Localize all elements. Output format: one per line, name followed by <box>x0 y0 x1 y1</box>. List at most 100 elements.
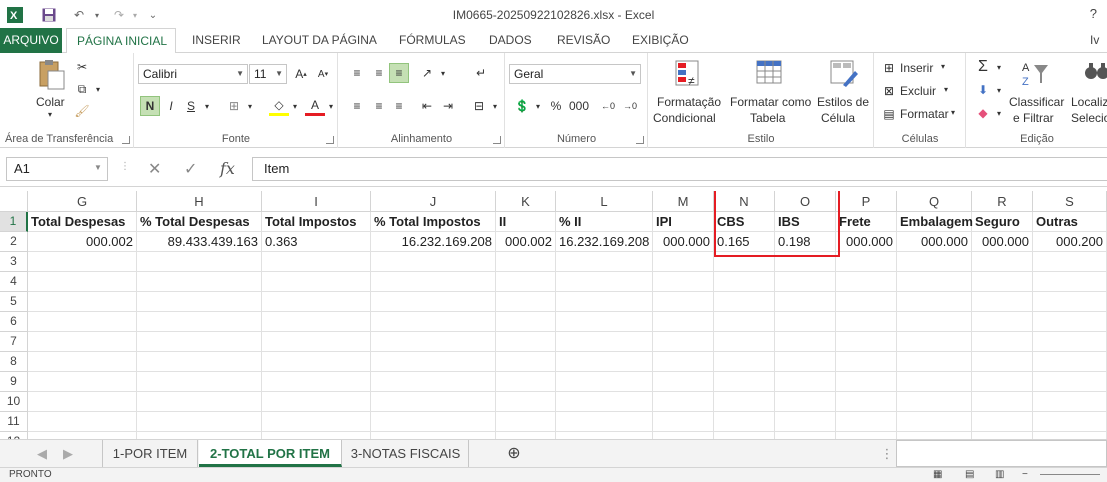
cell-m8[interactable] <box>653 352 714 372</box>
cell-q1[interactable]: Embalagem <box>897 212 973 232</box>
bold-button[interactable]: N <box>140 96 160 116</box>
column-header-p[interactable]: P <box>836 191 897 212</box>
cell-s11[interactable] <box>1033 412 1107 432</box>
cell-r12[interactable] <box>972 432 1033 439</box>
cell-k11[interactable] <box>496 412 556 432</box>
align-right-icon[interactable]: ≡ <box>389 96 409 116</box>
cell-k8[interactable] <box>496 352 556 372</box>
cell-n6[interactable] <box>714 312 775 332</box>
cell-o5[interactable] <box>775 292 836 312</box>
cell-l10[interactable] <box>556 392 653 412</box>
clipboard-launcher-icon[interactable] <box>122 136 130 144</box>
wrap-text-icon[interactable]: ↵ <box>471 63 491 83</box>
sheet-tab-1-por-item[interactable]: 1-POR ITEM <box>102 440 198 467</box>
row-header-3[interactable]: 3 <box>0 252 28 272</box>
cell-s10[interactable] <box>1033 392 1107 412</box>
cell-q2[interactable]: 000.000 <box>897 232 972 252</box>
sheet-tab-3-notas-fiscais[interactable]: 3-NOTAS FISCAIS <box>343 440 469 467</box>
cell-j1[interactable]: % Total Impostos <box>371 212 496 232</box>
cell-q6[interactable] <box>897 312 972 332</box>
cell-l4[interactable] <box>556 272 653 292</box>
cell-k12[interactable] <box>496 432 556 439</box>
font-name-select[interactable]: Calibri ▼ <box>138 64 248 84</box>
autosum-dropdown-icon[interactable]: ▾ <box>989 57 1009 77</box>
cell-i1[interactable]: Total Impostos <box>262 212 371 232</box>
cell-j2[interactable]: 16.232.169.208 <box>371 232 496 252</box>
cell-p6[interactable] <box>836 312 897 332</box>
cell-l3[interactable] <box>556 252 653 272</box>
find-select-label-1[interactable]: Localiz <box>1071 95 1107 109</box>
cell-k7[interactable] <box>496 332 556 352</box>
format-as-table-label-1[interactable]: Formatar como <box>730 95 811 109</box>
cell-p11[interactable] <box>836 412 897 432</box>
tab-arquivo[interactable]: ARQUIVO <box>0 28 62 53</box>
cell-q11[interactable] <box>897 412 972 432</box>
cell-h3[interactable] <box>137 252 262 272</box>
cell-q9[interactable] <box>897 372 972 392</box>
decrease-font-icon[interactable]: A ▾ <box>313 64 333 84</box>
cell-m11[interactable] <box>653 412 714 432</box>
cell-r5[interactable] <box>972 292 1033 312</box>
cell-r3[interactable] <box>972 252 1033 272</box>
cell-m6[interactable] <box>653 312 714 332</box>
cell-m5[interactable] <box>653 292 714 312</box>
cell-n9[interactable] <box>714 372 775 392</box>
cell-l12[interactable] <box>556 432 653 439</box>
cell-l5[interactable] <box>556 292 653 312</box>
sheet-tab-2-total-por-item[interactable]: 2-TOTAL POR ITEM <box>199 440 342 467</box>
enter-icon[interactable]: ✓ <box>184 159 197 179</box>
cell-i3[interactable] <box>262 252 371 272</box>
increase-decimal-icon[interactable]: ←0 <box>598 96 618 116</box>
cell-p12[interactable] <box>836 432 897 439</box>
page-break-view-icon[interactable]: ▥ <box>995 468 1004 482</box>
row-header-6[interactable]: 6 <box>0 312 28 332</box>
cell-i4[interactable] <box>262 272 371 292</box>
cell-o10[interactable] <box>775 392 836 412</box>
cell-h8[interactable] <box>137 352 262 372</box>
cell-i9[interactable] <box>262 372 371 392</box>
cell-s6[interactable] <box>1033 312 1107 332</box>
cell-s1[interactable]: Outras <box>1033 212 1107 232</box>
column-header-q[interactable]: Q <box>897 191 972 212</box>
cell-p5[interactable] <box>836 292 897 312</box>
cell-j12[interactable] <box>371 432 496 439</box>
cell-n1[interactable]: CBS <box>714 212 775 232</box>
cell-o4[interactable] <box>775 272 836 292</box>
row-header-1[interactable]: 1 <box>0 212 28 232</box>
cell-m12[interactable] <box>653 432 714 439</box>
cell-i2[interactable]: 0.363 <box>262 232 371 252</box>
cell-o8[interactable] <box>775 352 836 372</box>
cell-r8[interactable] <box>972 352 1033 372</box>
cell-h9[interactable] <box>137 372 262 392</box>
align-left-icon[interactable]: ≡ <box>347 96 367 116</box>
cell-m9[interactable] <box>653 372 714 392</box>
sheet-scroll-left-icon[interactable]: ◀ <box>30 440 54 467</box>
cell-r6[interactable] <box>972 312 1033 332</box>
cell-m3[interactable] <box>653 252 714 272</box>
row-header-9[interactable]: 9 <box>0 372 28 392</box>
column-header-k[interactable]: K <box>496 191 556 212</box>
orientation-dropdown-icon[interactable]: ▾ <box>433 63 453 83</box>
cell-j3[interactable] <box>371 252 496 272</box>
column-header-j[interactable]: J <box>371 191 496 212</box>
cell-i10[interactable] <box>262 392 371 412</box>
borders-dropdown-icon[interactable]: ▾ <box>240 96 260 116</box>
cell-r10[interactable] <box>972 392 1033 412</box>
fill-color-dropdown-icon[interactable]: ▾ <box>285 96 305 116</box>
insert-dropdown-icon[interactable]: ▾ <box>941 62 945 71</box>
insert-function-icon[interactable]: fx <box>220 159 235 178</box>
cell-g4[interactable] <box>28 272 137 292</box>
row-header-2[interactable]: 2 <box>0 232 28 252</box>
cell-s8[interactable] <box>1033 352 1107 372</box>
cell-j10[interactable] <box>371 392 496 412</box>
sheet-bar-splitter-icon[interactable]: ⋮ <box>880 440 894 467</box>
delete-cells-label[interactable]: Excluir <box>900 84 936 98</box>
sort-filter-label-1[interactable]: Classificar <box>1009 95 1064 109</box>
column-header-i[interactable]: I <box>262 191 371 212</box>
cell-o6[interactable] <box>775 312 836 332</box>
cell-h5[interactable] <box>137 292 262 312</box>
cell-n12[interactable] <box>714 432 775 439</box>
number-format-select[interactable]: Geral ▼ <box>509 64 641 84</box>
cancel-icon[interactable]: ✕ <box>148 159 161 179</box>
cell-l9[interactable] <box>556 372 653 392</box>
